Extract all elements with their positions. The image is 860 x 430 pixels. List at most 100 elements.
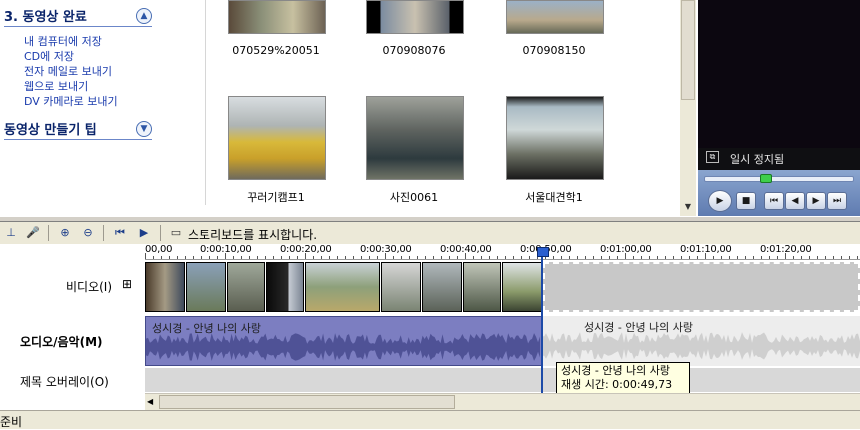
scroll-down-arrow-icon[interactable]: ▼ <box>681 200 695 214</box>
section-divider <box>4 26 152 27</box>
ruler-tick <box>729 256 730 259</box>
ruler-tick <box>681 256 682 259</box>
ruler-tick <box>697 256 698 259</box>
ruler-tick-label: 00,00 <box>145 244 173 255</box>
video-drop-area[interactable] <box>543 262 860 312</box>
collection-view: 070529%20051 070908076 070908150 꾸러기캠프1 … <box>206 0 680 215</box>
playhead-line[interactable] <box>541 248 543 394</box>
audio-music-track[interactable]: 성시경 - 안녕 나의 사랑 성시경 - 안녕 나의 사랑 <box>145 316 860 366</box>
ruler-tick <box>617 256 618 259</box>
clip-thumbnail[interactable] <box>366 0 464 34</box>
ruler-tick <box>497 256 498 259</box>
play-icon[interactable]: ▶ <box>708 190 732 212</box>
zoom-out-icon[interactable]: ⊖ <box>80 225 96 241</box>
ruler-tick <box>585 256 586 259</box>
clip-thumbnail[interactable] <box>366 96 464 180</box>
clip-tooltip: 성시경 - 안녕 나의 사랑 재생 시간: 0:00:49,73 <box>556 362 690 394</box>
video-clip[interactable] <box>305 262 380 312</box>
seek-handle[interactable] <box>760 174 772 183</box>
ruler-tick <box>841 256 842 259</box>
ruler-tick <box>225 253 226 259</box>
play-timeline-icon[interactable]: ▶ <box>136 225 152 241</box>
clip-caption: 사진0061 <box>389 191 439 204</box>
audio-clip[interactable]: 성시경 - 안녕 나의 사랑 <box>145 316 542 366</box>
ruler-tick <box>193 256 194 259</box>
video-clip[interactable] <box>422 262 462 312</box>
video-clip[interactable] <box>463 262 501 312</box>
video-clip[interactable] <box>227 262 265 312</box>
ruler-tick <box>569 256 570 259</box>
ruler-tick <box>505 256 506 259</box>
fullscreen-icon[interactable]: ⧉ <box>706 151 719 163</box>
ruler-tick <box>433 256 434 259</box>
seek-bar[interactable] <box>704 176 854 182</box>
video-track[interactable] <box>145 260 860 314</box>
ruler-tick <box>513 256 514 259</box>
ruler-tick <box>417 256 418 259</box>
show-storyboard-button[interactable]: 스토리보드를 표시합니다. <box>188 226 317 243</box>
ruler-tick <box>153 256 154 259</box>
clip-thumbnail[interactable] <box>228 96 326 180</box>
rewind-icon[interactable]: ◀ <box>785 192 805 210</box>
task-save-to-computer[interactable]: 내 컴퓨터에 저장 <box>24 34 102 49</box>
monitor-status-bar: ⧉ 일시 정지됨 <box>698 148 860 170</box>
clip-thumbnail[interactable] <box>506 96 604 180</box>
expand-video-track-icon[interactable]: ⊞ <box>122 277 132 291</box>
timeline-ruler[interactable]: 00,00 0:00:10,00 0:00:20,00 0:00:30,00 0… <box>145 244 860 260</box>
ruler-tick <box>449 256 450 259</box>
task-send-email[interactable]: 전자 메일로 보내기 <box>24 64 112 79</box>
ruler-tick <box>337 256 338 259</box>
timeline-scrollbar[interactable]: ◀ <box>145 393 860 410</box>
ruler-tick <box>265 256 266 259</box>
monitor-controls: ▶ ■ ⏮ ◀ ▶ ⏭ <box>698 170 860 216</box>
next-frame-icon[interactable]: ⏭ <box>827 192 847 210</box>
rewind-timeline-icon[interactable]: ⏮ <box>112 225 128 241</box>
video-clip[interactable] <box>145 262 185 312</box>
ruler-tick <box>481 256 482 259</box>
chevron-up-icon[interactable]: ▲ <box>136 8 152 24</box>
previous-frame-icon[interactable]: ⏮ <box>764 192 784 210</box>
clip-thumbnail[interactable] <box>506 0 604 34</box>
video-clip[interactable] <box>266 262 304 312</box>
section-movie-tips-title[interactable]: 동영상 만들기 팁 <box>4 119 97 138</box>
storyboard-icon[interactable]: ▭ <box>168 225 184 241</box>
ruler-tick <box>609 256 610 259</box>
ruler-tick <box>201 256 202 259</box>
zoom-in-icon[interactable]: ⊕ <box>57 225 73 241</box>
chevron-down-icon[interactable]: ▼ <box>136 121 152 137</box>
ruler-tick <box>377 256 378 259</box>
ruler-tick <box>353 256 354 259</box>
ruler-tick <box>593 256 594 259</box>
ruler-tick <box>601 256 602 259</box>
ruler-tick <box>553 256 554 259</box>
scrollbar-thumb[interactable] <box>681 0 695 100</box>
stop-icon[interactable]: ■ <box>736 192 756 210</box>
ruler-tick <box>321 256 322 259</box>
video-clip[interactable] <box>381 262 421 312</box>
task-save-to-cd[interactable]: CD에 저장 <box>24 49 74 64</box>
tooltip-duration: 재생 시간: 0:00:49,73 <box>561 378 673 391</box>
ruler-tick <box>313 256 314 259</box>
video-clip[interactable] <box>502 262 542 312</box>
scrollbar-thumb[interactable] <box>159 395 455 409</box>
ruler-tick <box>425 256 426 259</box>
playhead-handle[interactable] <box>537 247 549 257</box>
task-send-dv-camera[interactable]: DV 카메라로 보내기 <box>24 94 118 109</box>
set-audio-levels-icon[interactable]: ⊥ <box>3 225 19 241</box>
collection-scrollbar[interactable]: ▼ <box>680 0 696 216</box>
title-overlay-track[interactable] <box>145 368 860 392</box>
ruler-tick <box>577 256 578 259</box>
ruler-tick <box>529 256 530 259</box>
task-send-web[interactable]: 웹으로 보내기 <box>24 79 88 94</box>
clip-thumbnail[interactable] <box>228 0 326 34</box>
ruler-tick <box>713 256 714 259</box>
narrate-microphone-icon[interactable]: 🎤 <box>25 225 41 241</box>
scroll-left-arrow-icon[interactable]: ◀ <box>147 395 153 409</box>
section-divider <box>4 139 152 140</box>
section-finish-movie-title[interactable]: 3. 동영상 완료 <box>4 6 87 25</box>
clip-caption: 꾸러기캠프1 <box>247 191 305 204</box>
ruler-tick <box>689 256 690 259</box>
ruler-tick <box>409 256 410 259</box>
forward-icon[interactable]: ▶ <box>806 192 826 210</box>
video-clip[interactable] <box>186 262 226 312</box>
